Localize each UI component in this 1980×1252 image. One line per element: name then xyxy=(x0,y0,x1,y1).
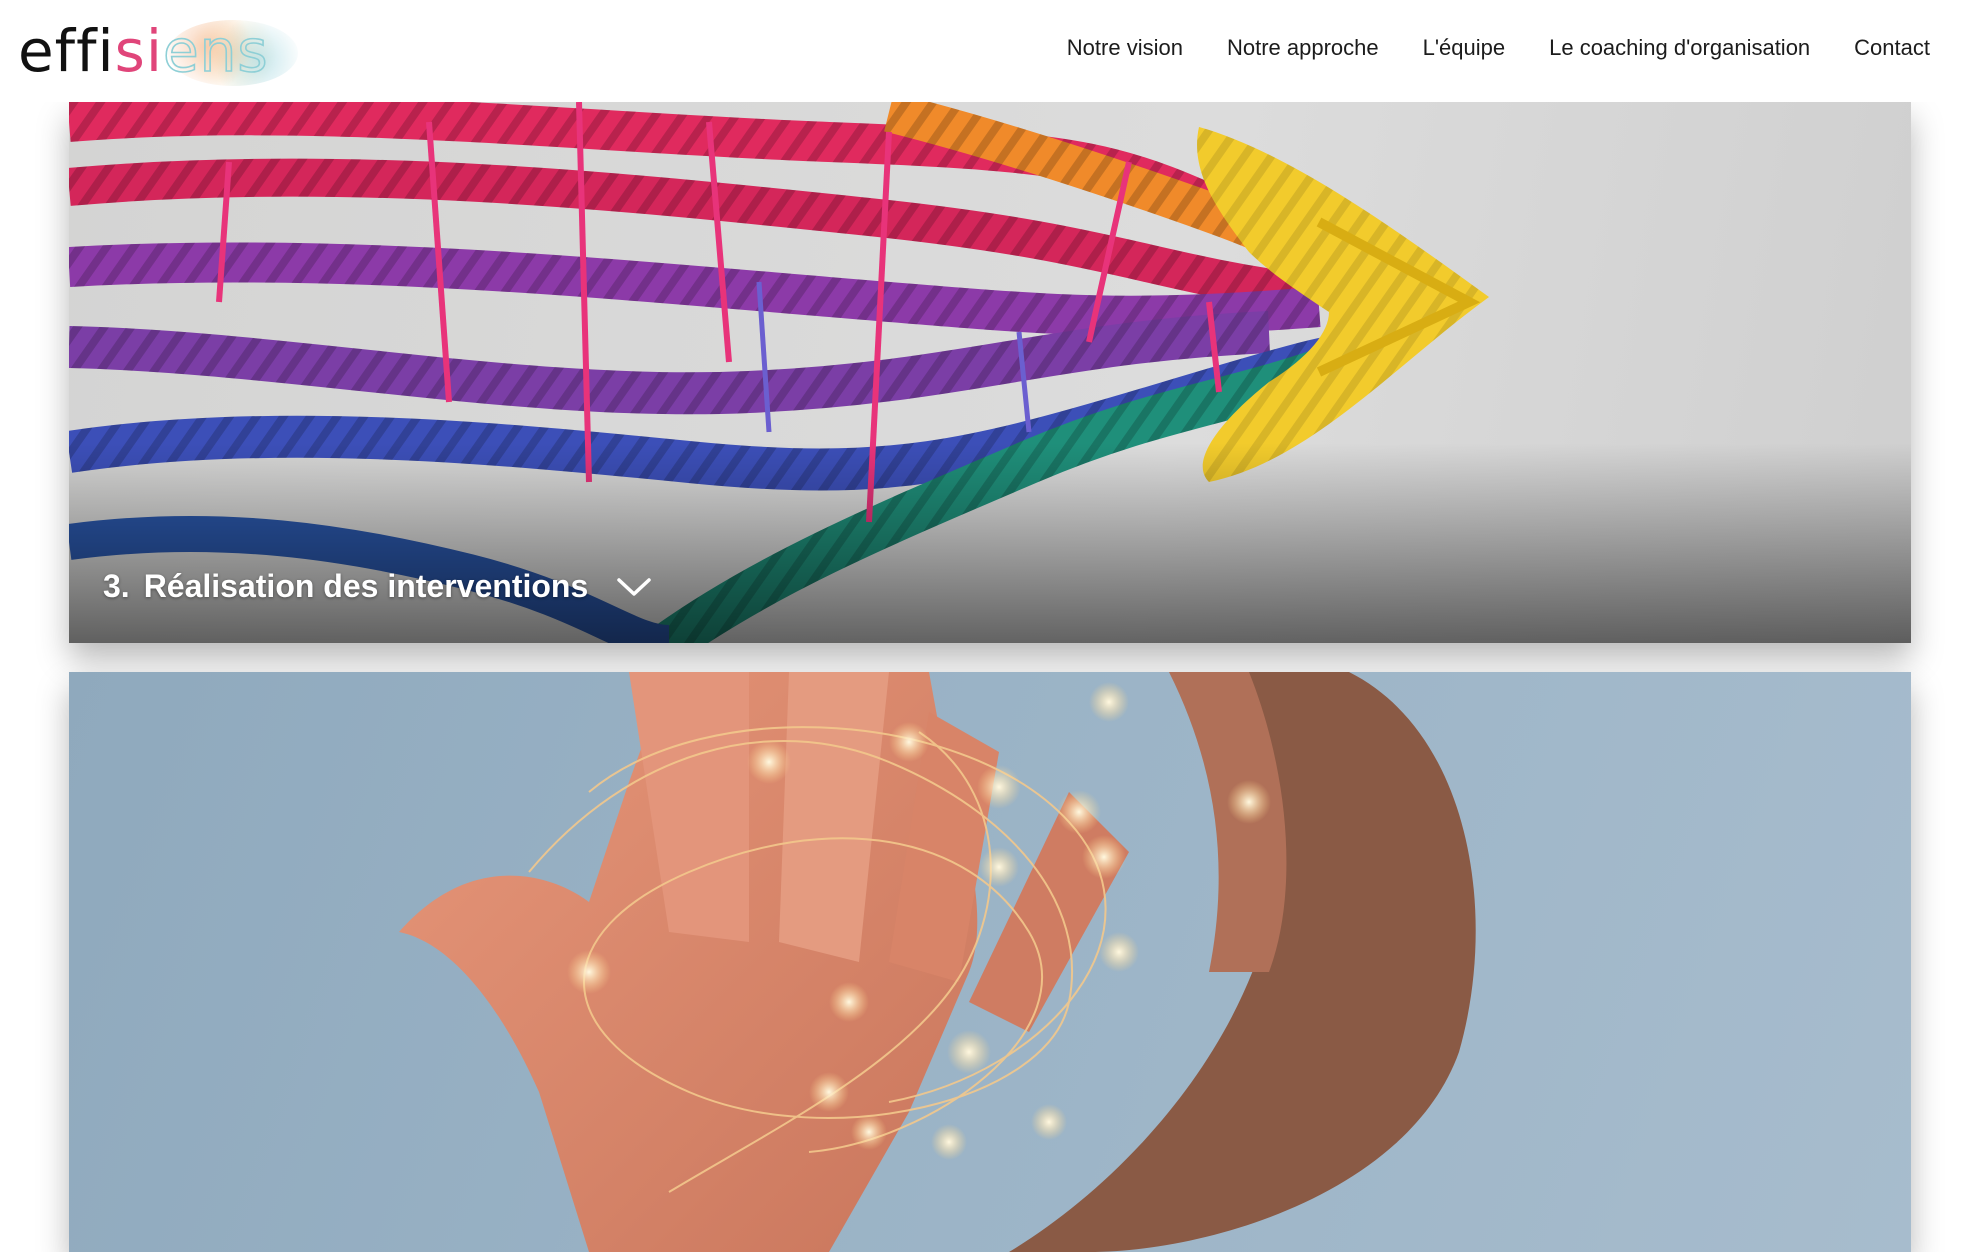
nav-link-notre-vision[interactable]: Notre vision xyxy=(1067,35,1183,61)
step-card-realisation[interactable]: 3. Réalisation des interventions xyxy=(69,102,1911,643)
nav-link-coaching-organisation[interactable]: Le coaching d'organisation xyxy=(1549,35,1810,61)
step-card-next[interactable] xyxy=(69,672,1911,1252)
logo-text-part2: si xyxy=(114,17,163,85)
main-nav: Notre vision Notre approche L'équipe Le … xyxy=(1067,0,1930,96)
site-logo[interactable]: effisiens xyxy=(18,10,298,92)
step-title: Réalisation des interventions xyxy=(143,568,589,604)
site-header: effisiens Notre vision Notre approche L'… xyxy=(0,0,1980,102)
nav-link-contact[interactable]: Contact xyxy=(1854,35,1930,61)
nav-link-equipe[interactable]: L'équipe xyxy=(1423,35,1506,61)
nav-link-notre-approche[interactable]: Notre approche xyxy=(1227,35,1379,61)
step-number: 3. xyxy=(103,568,130,604)
logo-text: effisiens xyxy=(18,21,269,81)
logo-text-part1: effi xyxy=(18,17,115,85)
hands-fairy-lights-image xyxy=(399,672,1476,1252)
chevron-down-icon[interactable] xyxy=(616,575,652,599)
card-title-toggle[interactable]: 3. Réalisation des interventions xyxy=(103,568,652,605)
card-shade-overlay xyxy=(69,443,1911,643)
logo-text-part3: ens xyxy=(162,17,269,85)
